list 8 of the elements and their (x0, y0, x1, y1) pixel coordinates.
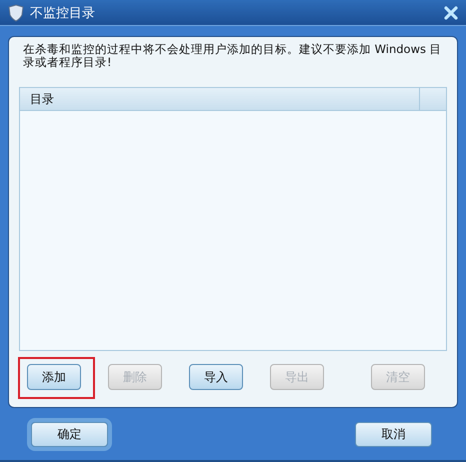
directory-list[interactable]: 目录 (19, 87, 447, 351)
shield-icon (8, 4, 24, 22)
action-button[interactable]: 导入 (189, 364, 243, 390)
action-button[interactable]: 添加 (27, 364, 81, 390)
dialog-button[interactable]: 取消 (355, 422, 432, 447)
close-icon[interactable] (444, 6, 458, 20)
notice-text: 在杀毒和监控的过程中将不会处理用户添加的目标。建议不要添加 Windows 目录或者程序目录! (23, 43, 443, 71)
window-title: 不监控目录 (30, 4, 96, 22)
